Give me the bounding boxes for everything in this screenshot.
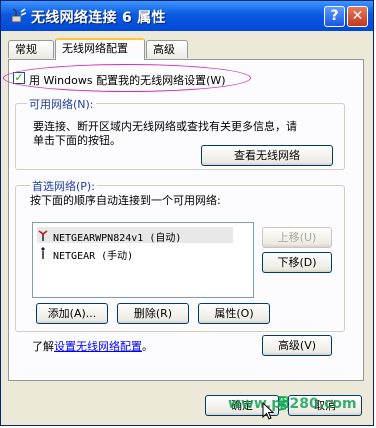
advanced-button[interactable]: 高级(V) [262,335,332,356]
window-title: 无线网络连接 6 属性 [31,10,166,26]
setup-wireless-link[interactable]: 设置无线网络配置 [54,340,142,353]
wifi-antenna-icon [41,247,45,259]
network-properties-button[interactable]: 属性(O) [198,303,270,324]
tab-advanced-label: 高级 [153,43,175,56]
tab-wireless-config-label: 无线网络配置 [62,42,128,55]
tab-advanced[interactable]: 高级 [146,40,188,58]
available-description-2: 单击下面的按钮。 [33,134,121,147]
move-down-button[interactable]: 下移(D) [262,252,332,273]
list-item[interactable]: NETGEARWPN824v1 (自动) [37,227,233,244]
help-button[interactable]: ? [324,6,345,27]
learn-more-suffix: 。 [142,340,153,353]
close-icon: ✕ [351,8,364,24]
add-network-button[interactable]: 添加(A)... [36,303,108,324]
mouse-cursor-icon [262,402,274,420]
preferred-networks-list[interactable]: NETGEARWPN824v1 (自动) NETGEAR (手动) [32,222,254,298]
network-name: NETGEARWPN824v1 (自动) [53,233,182,244]
highlight-ellipse [3,64,251,92]
tab-general-label: 常规 [15,43,37,56]
learn-more-text: 了解设置无线网络配置。 [32,338,153,354]
list-item[interactable]: NETGEAR (手动) [37,245,233,262]
tab-general[interactable]: 常规 [8,40,54,58]
move-up-button[interactable]: 上移(U) [262,227,332,248]
close-button[interactable]: ✕ [347,6,368,27]
title-bar[interactable]: 无线网络连接 6 属性 ? ✕ [1,1,373,31]
preferred-description: 按下面的顺序自动连接到一个可用网络: [30,194,221,207]
available-networks-title: 可用网络(N): [27,96,96,112]
watermark-url: www.pc280.com [228,396,357,412]
view-wireless-networks-button[interactable]: 查看无线网络 [201,145,333,166]
remove-network-button[interactable]: 删除(R) [117,303,189,324]
tab-wireless-config[interactable]: 无线网络配置 [55,38,145,60]
network-connection-icon [11,8,27,23]
help-icon: ? [330,8,339,24]
network-name: NETGEAR (手动) [53,251,134,262]
wifi-antenna-icon [38,230,48,241]
learn-more-prefix: 了解 [32,340,54,353]
